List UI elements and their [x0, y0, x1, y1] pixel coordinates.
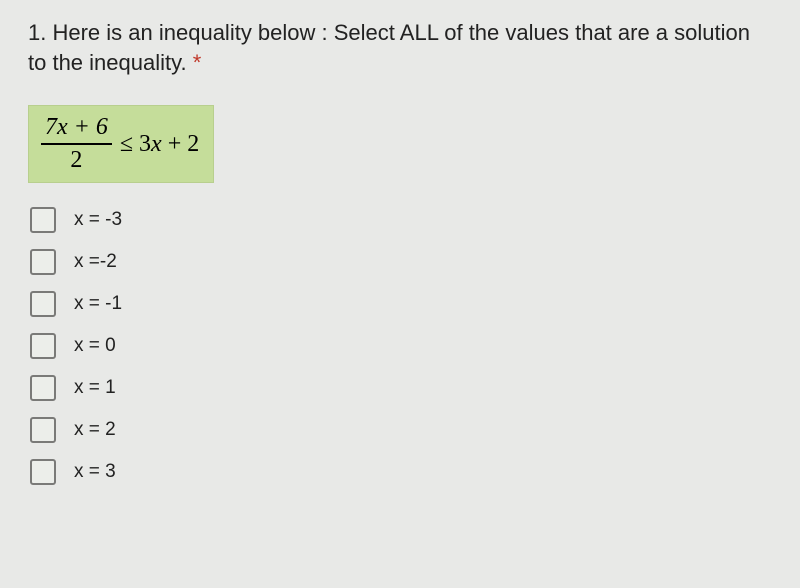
- checkbox[interactable]: [30, 291, 56, 317]
- option-label: x = -1: [74, 293, 122, 315]
- option-label: x = 1: [74, 377, 116, 399]
- checkbox[interactable]: [30, 417, 56, 443]
- question-body: Here is an inequality below : Select ALL…: [28, 20, 750, 75]
- option-row: x = -3: [30, 207, 772, 233]
- fraction-denominator: 2: [70, 145, 82, 174]
- checkbox[interactable]: [30, 207, 56, 233]
- inequality-expression: 7x + 6 2 ≤ 3x + 2: [28, 105, 214, 183]
- checkbox[interactable]: [30, 459, 56, 485]
- option-label: x = 2: [74, 419, 116, 441]
- question-number: 1.: [28, 20, 46, 45]
- option-row: x = 1: [30, 375, 772, 401]
- question-prompt: 1. Here is an inequality below : Select …: [28, 18, 772, 77]
- fraction-numerator: 7x + 6: [41, 114, 112, 145]
- options-group: x = -3 x =-2 x = -1 x = 0 x = 1 x = 2 x …: [30, 207, 772, 485]
- option-row: x = -1: [30, 291, 772, 317]
- option-row: x = 2: [30, 417, 772, 443]
- lhs-fraction: 7x + 6 2: [41, 114, 112, 174]
- checkbox[interactable]: [30, 333, 56, 359]
- option-label: x = 0: [74, 335, 116, 357]
- rhs-expression: 3x + 2: [139, 131, 199, 158]
- option-label: x =-2: [74, 251, 117, 273]
- option-row: x =-2: [30, 249, 772, 275]
- option-label: x = -3: [74, 209, 122, 231]
- option-label: x = 3: [74, 461, 116, 483]
- checkbox[interactable]: [30, 375, 56, 401]
- operator-le: ≤: [120, 131, 133, 158]
- required-asterisk: *: [193, 50, 202, 75]
- option-row: x = 3: [30, 459, 772, 485]
- option-row: x = 0: [30, 333, 772, 359]
- checkbox[interactable]: [30, 249, 56, 275]
